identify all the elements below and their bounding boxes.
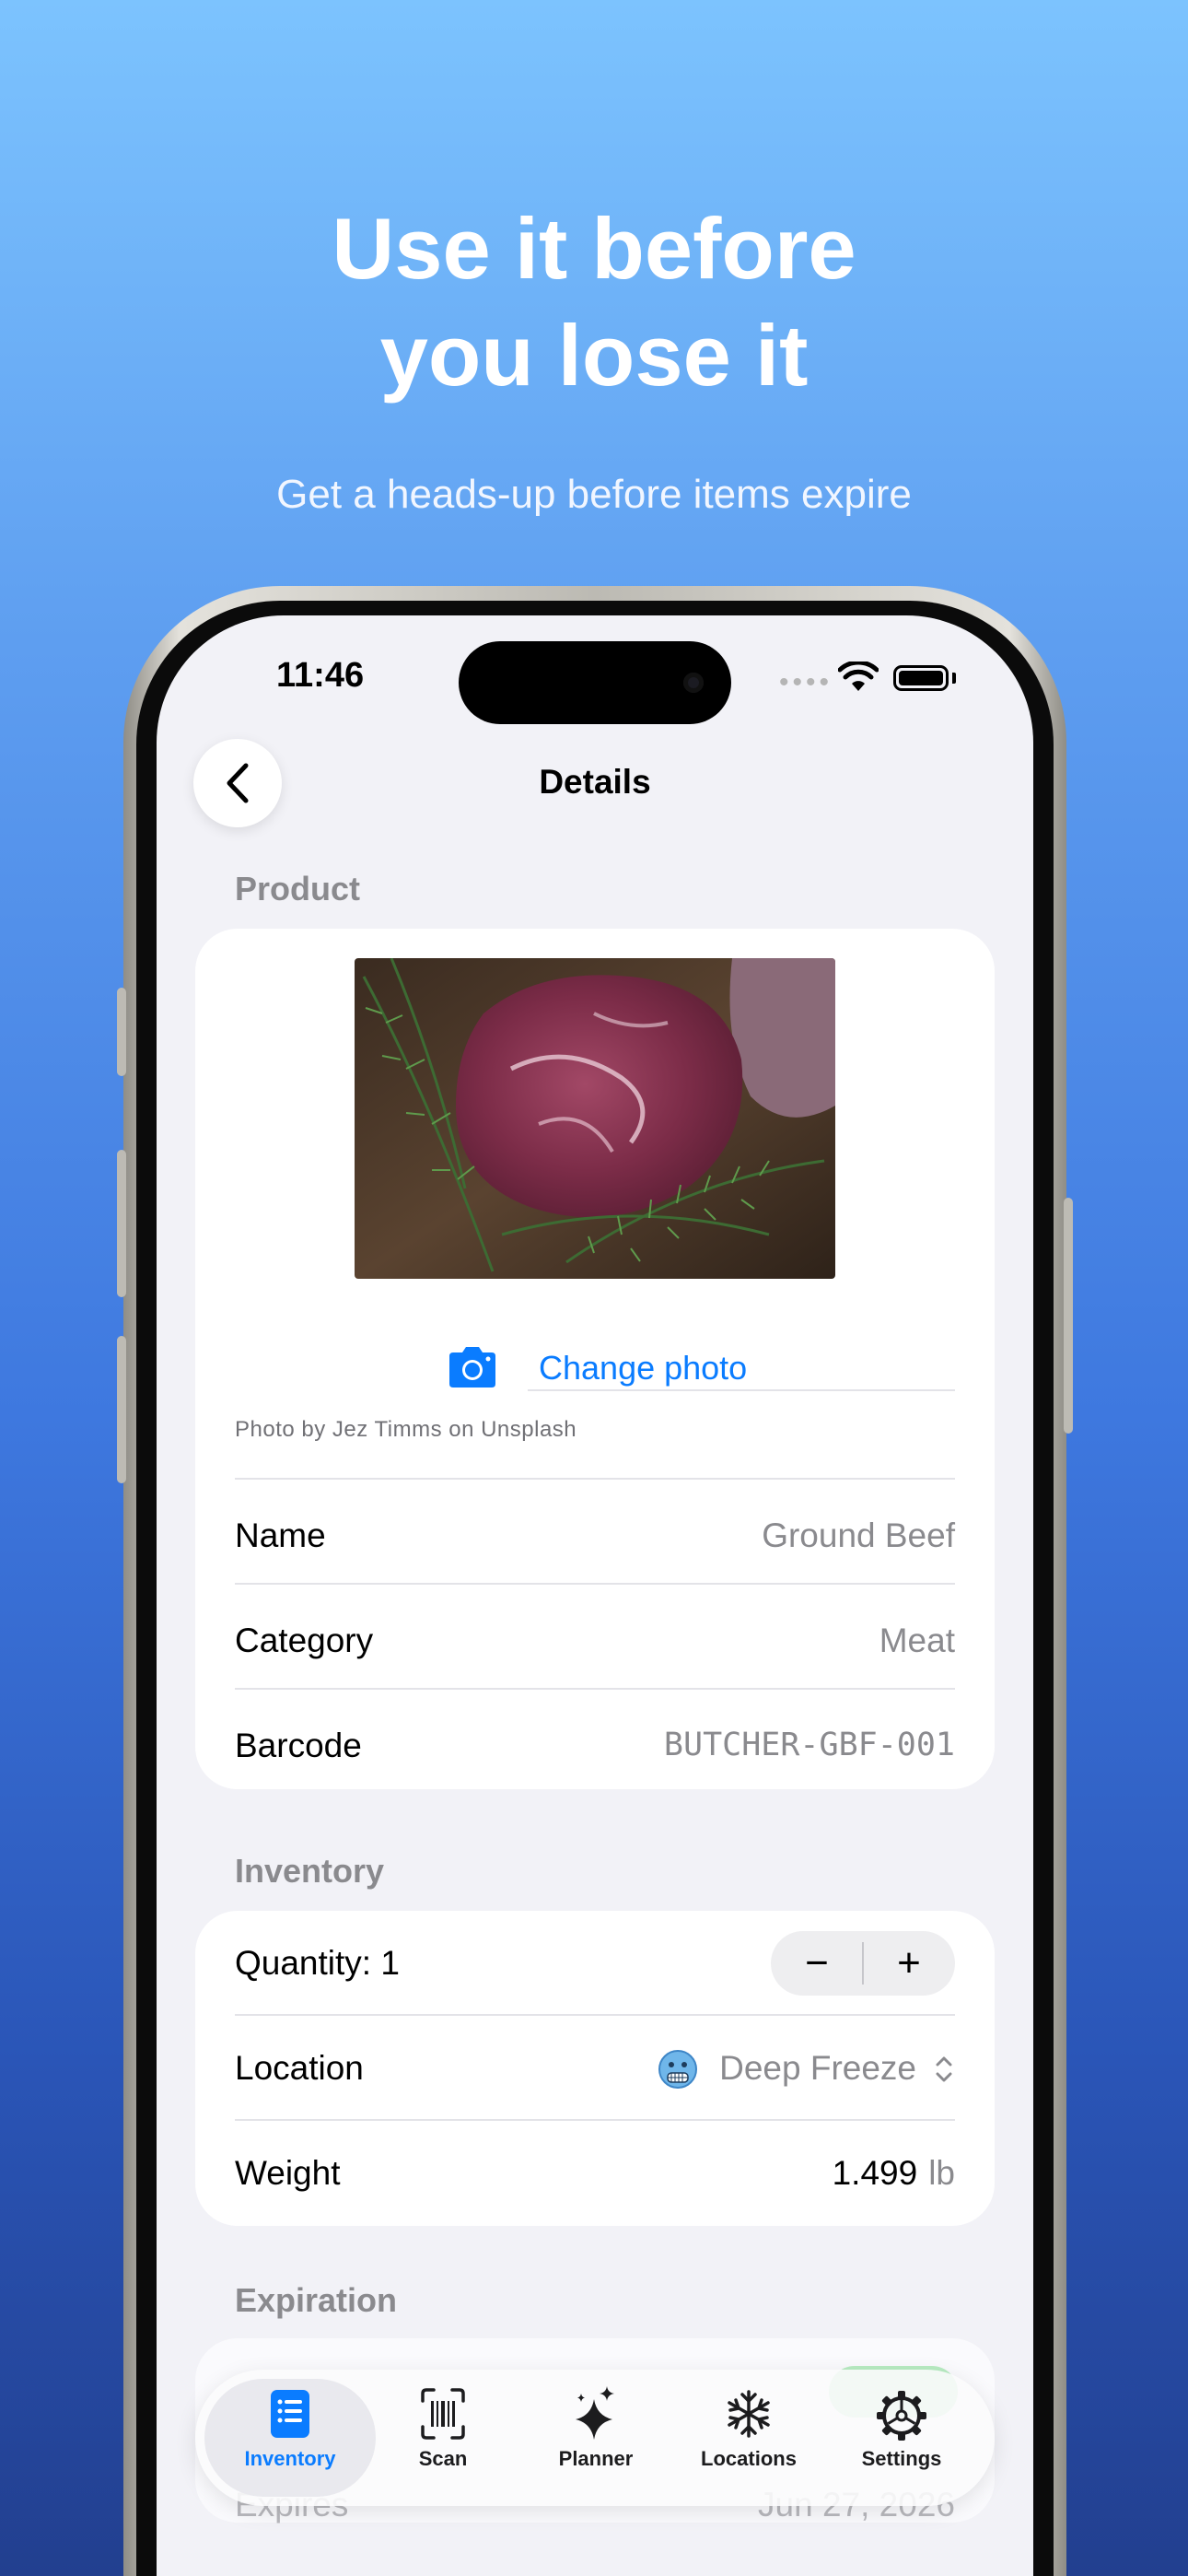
chevron-up-down-icon: [936, 2056, 952, 2082]
tab-planner[interactable]: Planner: [518, 2383, 674, 2497]
divider: [528, 1389, 955, 1391]
tab-inventory[interactable]: Inventory: [212, 2383, 368, 2497]
status-time: 11:46: [276, 656, 365, 695]
field-label: Category: [235, 1622, 374, 1659]
decrement-button[interactable]: −: [771, 1931, 863, 1996]
marketing-subheadline: Get a heads-up before items expire: [276, 472, 912, 517]
page-title: Details: [539, 763, 651, 801]
divider: [235, 1478, 955, 1480]
change-photo-button[interactable]: Change photo: [539, 1349, 747, 1388]
section-header-product: Product: [235, 870, 361, 907]
section-header-expiration: Expiration: [235, 2281, 398, 2319]
weight-field[interactable]: 1.499 lb: [833, 2154, 955, 2193]
phone-side-button: [1064, 1198, 1073, 1434]
product-card: Change photo Photo by Jez Timms on Unspl…: [195, 929, 995, 1789]
field-value: Meat: [879, 1622, 955, 1659]
location-label: Location: [235, 2049, 364, 2087]
tab-label: Scan: [418, 2447, 468, 2470]
battery-tip: [952, 673, 956, 684]
weight-value: 1.499: [832, 2154, 918, 2192]
phone-volume-down-button: [117, 1336, 126, 1483]
cellular-signal-icon: ••••: [779, 667, 833, 697]
list-icon: [271, 2390, 309, 2438]
front-camera: [683, 673, 704, 693]
freezing-face-icon: [658, 2050, 697, 2089]
snowflake-icon: [728, 2390, 770, 2438]
tab-label: Locations: [701, 2447, 797, 2470]
location-value: Deep Freeze: [719, 2049, 916, 2087]
product-photo: [355, 958, 835, 1279]
weight-unit: lb: [928, 2154, 955, 2192]
weight-label: Weight: [235, 2154, 341, 2192]
tab-label: Planner: [558, 2447, 634, 2470]
tab-scan[interactable]: Scan: [365, 2383, 521, 2497]
sparkles-icon: [576, 2386, 614, 2440]
tab-bar: Inventory Scan Planner Locations Setting…: [195, 2370, 995, 2506]
tab-settings[interactable]: Settings: [823, 2383, 980, 2497]
divider: [235, 1688, 955, 1690]
barcode-viewfinder-icon: [421, 2388, 465, 2440]
battery-icon: [893, 665, 949, 691]
inventory-card: Quantity: 1 − + Location Deep Freeze Wei…: [195, 1911, 995, 2226]
divider: [235, 2119, 955, 2121]
headline-line-2: you lose it: [379, 307, 809, 404]
headline-line-1: Use it before: [332, 200, 856, 297]
field-label: Name: [235, 1516, 326, 1554]
camera-icon[interactable]: [446, 1345, 499, 1389]
phone-action-button: [117, 988, 126, 1076]
tab-label: Settings: [861, 2447, 942, 2470]
tab-locations[interactable]: Locations: [670, 2383, 827, 2497]
phone-screen: 11:46 •••• Details Product Change photo …: [157, 615, 1033, 2576]
section-header-inventory: Inventory: [235, 1852, 385, 1890]
field-label: Barcode: [235, 1727, 362, 1764]
wifi-icon: [838, 662, 879, 691]
dynamic-island: [459, 641, 731, 724]
divider: [235, 2014, 955, 2016]
quantity-stepper: − +: [771, 1931, 955, 1996]
phone-volume-up-button: [117, 1150, 126, 1297]
marketing-headline: Use it before you lose it: [0, 195, 1188, 409]
field-value: Ground Beef: [762, 1516, 955, 1554]
field-value: BUTCHER-GBF-001: [663, 1727, 955, 1763]
divider: [235, 1583, 955, 1585]
tab-label: Inventory: [244, 2447, 336, 2470]
gear-icon: [877, 2391, 926, 2441]
increment-button[interactable]: +: [863, 1931, 955, 1996]
photo-credit: Photo by Jez Timms on Unsplash: [235, 1417, 577, 1442]
quantity-label: Quantity: 1: [235, 1944, 400, 1982]
